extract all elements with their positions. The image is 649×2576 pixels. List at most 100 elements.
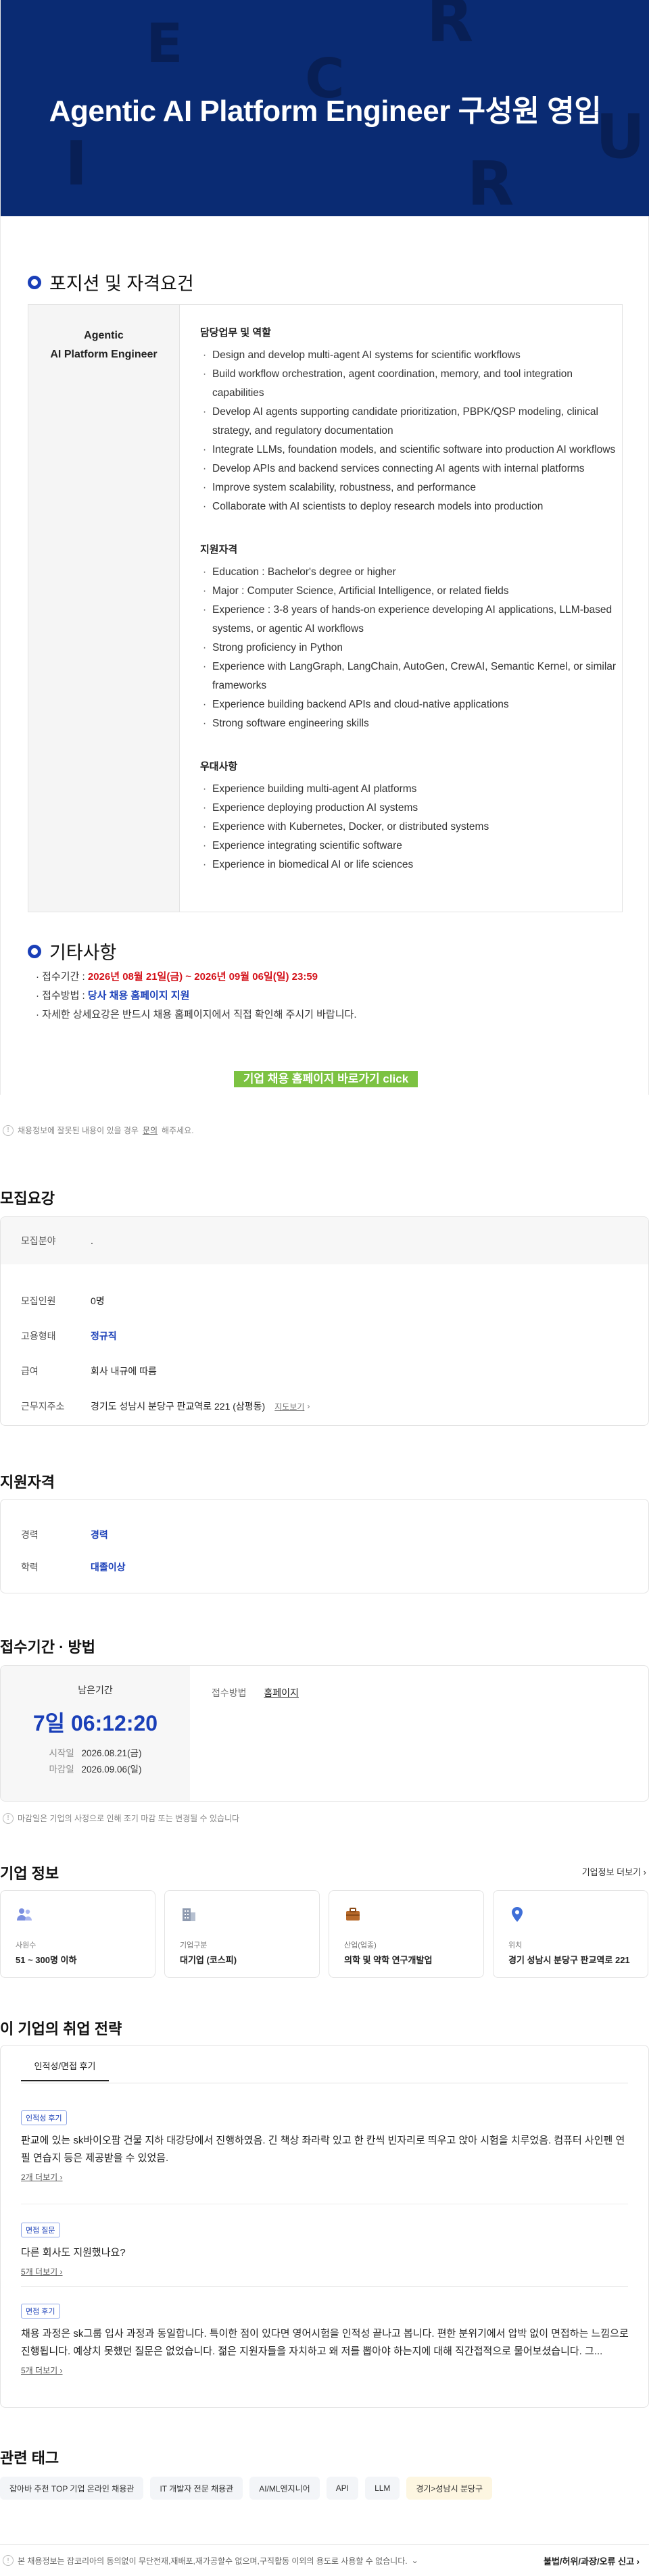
hero-ghost-letter: R xyxy=(467,149,514,216)
company-heading: 기업 정보 xyxy=(0,1865,59,1882)
hero-ghost-letter: I xyxy=(65,128,88,199)
homepage-link[interactable]: 홈페이지 xyxy=(264,1687,299,1698)
qual-item: Experience building multi-agent AI platf… xyxy=(200,780,622,799)
recruit-row: 근무지주소 경기도 성남시 분당구 판교역로 221 (삼평동) 지도보기 › xyxy=(21,1401,310,1412)
tag-item[interactable]: AI/ML엔지니어 xyxy=(249,2477,320,2500)
tag-list: 잡아바 추천 TOP 기업 온라인 채용관 IT 개발자 전문 채용관 AI/M… xyxy=(0,2477,493,2500)
recruit-row: 고용형태 정규직 xyxy=(21,1331,117,1341)
eligibility-heading: 지원자격 xyxy=(0,1474,55,1491)
qual-item: Strong software engineering skills xyxy=(200,714,622,733)
tag-item[interactable]: 경기>성남시 분당구 xyxy=(406,2477,493,2500)
review-badge: 인적성 후기 xyxy=(21,2110,67,2125)
footer: ! 본 채용정보는 잡코리아의 동의없이 무단전재,재배포,재가공할수 없으며,… xyxy=(0,2544,649,2576)
qual-group-title: 담당업무 및 역할 xyxy=(200,327,271,339)
company-card-employees: 사원수 51 ~ 300명 이하 xyxy=(0,1890,155,1978)
chevron-right-icon: › xyxy=(307,1402,310,1411)
hero-title: Agentic AI Platform Engineer 구성원 영입 xyxy=(49,95,602,128)
posting-detail: E R C I R U Agentic AI Platform Engineer… xyxy=(0,0,649,1095)
hero-ghost-letter: E xyxy=(146,12,183,75)
etc-heading: 기타사항 xyxy=(28,938,116,964)
strategy-card: 인적성/면접 후기 인적성 후기 판교에 있는 sk바이오팜 건물 지하 대강당… xyxy=(0,2045,649,2408)
more-link[interactable]: 5개 더보기 › xyxy=(21,2364,629,2376)
qual-item: Experience integrating scientific softwa… xyxy=(200,837,622,856)
qual-item: Develop AI agents supporting candidate p… xyxy=(200,403,622,441)
qual-item: Integrate LLMs, foundation models, and s… xyxy=(200,441,622,460)
qual-group-title: 우대사항 xyxy=(200,761,238,772)
tag-item[interactable]: API xyxy=(326,2477,359,2500)
countdown-timer: 7일 06:12:20 xyxy=(32,1711,158,1735)
recruit-row: 급여 회사 내규에 따름 xyxy=(21,1366,157,1377)
qual-group-title: 지원자격 xyxy=(200,544,238,555)
briefcase-icon xyxy=(346,1908,360,1921)
tag-item[interactable]: LLM xyxy=(365,2477,400,2500)
qualifications-details: 담당업무 및 역할 Design and develop multi-agent … xyxy=(180,305,622,912)
map-link[interactable]: 지도보기 xyxy=(274,1401,304,1412)
end-date: 마감일 2026.09.06(일) xyxy=(49,1764,142,1775)
qual-group: 우대사항 Experience building multi-agent AI p… xyxy=(200,759,622,874)
position-name: Agentic AI Platform Engineer xyxy=(28,305,180,912)
company-card-type: 기업구분 대기업 (코스피) xyxy=(164,1890,320,1978)
recruit-field-row: 모집분야 . xyxy=(1,1217,648,1264)
etc-period: 접수기간 : 2026년 08월 21일(금) ~ 2026년 09월 06일(… xyxy=(36,968,356,987)
recruit-row: 모집인원 0명 xyxy=(21,1295,105,1306)
qual-item: Major : Computer Science, Artificial Int… xyxy=(200,582,622,601)
qual-item: Experience with LangGraph, LangChain, Au… xyxy=(200,658,622,695)
report-notice: ! 채용정보에 잘못된 내용이 있을 경우 문의 해주세요. xyxy=(3,1124,194,1136)
chevron-down-icon[interactable]: ⌄ xyxy=(412,2556,418,2565)
location-pin-icon xyxy=(512,1907,523,1922)
tag-item[interactable]: 잡아바 추천 TOP 기업 온라인 채용관 xyxy=(0,2477,144,2500)
people-icon xyxy=(17,1908,32,1921)
strategy-heading: 이 기업의 취업 전략 xyxy=(0,2021,122,2037)
more-link[interactable]: 2개 더보기 › xyxy=(21,2171,629,2183)
info-icon: ! xyxy=(3,1124,14,1136)
tag-item[interactable]: IT 개발자 전문 채용관 xyxy=(150,2477,243,2500)
qual-item: Experience with Kubernetes, Docker, or d… xyxy=(200,818,622,837)
start-date: 시작일 2026.08.21(금) xyxy=(49,1748,142,1758)
deadline-notice: ! 마감일은 기업의 사정으로 인해 조기 마감 또는 변경될 수 있습니다 xyxy=(3,1812,239,1824)
tab-interview-review[interactable]: 인적성/면접 후기 xyxy=(21,2059,109,2081)
qual-item: Improve system scalability, robustness, … xyxy=(200,478,622,497)
company-more-link[interactable]: 기업정보 더보기 › xyxy=(582,1865,646,1878)
qual-item: Experience building backend APIs and clo… xyxy=(200,695,622,714)
qual-group: 담당업무 및 역할 Design and develop multi-agent … xyxy=(200,325,622,516)
etc-method: 접수방법 : 당사 채용 홈페이지 지원 xyxy=(36,987,356,1006)
qualifications-table: Agentic AI Platform Engineer 담당업무 및 역할 De… xyxy=(28,304,623,912)
qual-item: Experience : 3-8 years of hands-on exper… xyxy=(200,601,622,639)
review-item: 면접 질문 다른 회사도 지원했나요? 5개 더보기 › xyxy=(21,2223,629,2277)
apply-card: 남은기간 7일 06:12:20 시작일 2026.08.21(금) 마감일 202… xyxy=(0,1665,649,1802)
qual-item: Experience deploying production AI syste… xyxy=(200,799,622,818)
qual-item: Develop APIs and backend services connec… xyxy=(200,460,622,478)
qual-item: Strong proficiency in Python xyxy=(200,639,622,658)
company-card-location: 위치 경기 성남시 분당구 판교역로 221 xyxy=(493,1890,648,1978)
info-icon: ! xyxy=(3,2555,14,2566)
hero-banner: E R C I R U Agentic AI Platform Engineer… xyxy=(1,0,649,216)
report-button[interactable]: 불법/허위/과장/오류 신고 › xyxy=(544,2554,649,2567)
info-icon: ! xyxy=(3,1812,14,1824)
chevron-right-icon: › xyxy=(643,1867,646,1877)
qual-item: Design and develop multi-agent AI system… xyxy=(200,346,622,365)
qual-item: Education : Bachelor's degree or higher xyxy=(200,563,622,582)
apply-method: 접수방법 홈페이지 xyxy=(212,1687,299,1698)
company-homepage-button[interactable]: 기업 채용 홈페이지 바로가기 click xyxy=(234,1071,418,1087)
eligibility-row: 학력 대졸이상 xyxy=(21,1562,126,1572)
eligibility-card: 경력 경력 학력 대졸이상 xyxy=(0,1499,649,1593)
inquiry-link[interactable]: 문의 xyxy=(143,1124,158,1136)
etc-details: 접수기간 : 2026년 08월 21일(금) ~ 2026년 09월 06일(… xyxy=(36,968,356,1024)
building-icon xyxy=(183,1908,195,1921)
eligibility-row: 경력 경력 xyxy=(21,1529,108,1540)
qual-item: Build workflow orchestration, agent coor… xyxy=(200,365,622,403)
hero-ghost-letter: R xyxy=(427,0,474,56)
company-card-industry: 산업(업종) 의학 및 약학 연구개발업 xyxy=(329,1890,484,1978)
circle-bullet-icon xyxy=(28,275,41,289)
review-item: 인적성 후기 판교에 있는 sk바이오팜 건물 지하 대강당에서 진행하였음. … xyxy=(21,2110,629,2183)
qual-group: 지원자격 Education : Bachelor's degree or hig… xyxy=(200,542,622,733)
circle-bullet-icon xyxy=(28,944,41,958)
more-link[interactable]: 5개 더보기 › xyxy=(21,2266,629,2277)
recruit-heading: 모집요강 xyxy=(0,1190,55,1207)
tags-heading: 관련 태그 xyxy=(0,2450,59,2467)
qualifications-heading: 포지션 및 자격요건 xyxy=(28,269,194,295)
review-item: 면접 후기 채용 과정은 sk그룹 입사 과정과 동일합니다. 특이한 점이 있… xyxy=(21,2304,629,2376)
apply-heading: 접수기간 · 방법 xyxy=(0,1639,95,1656)
qual-item: Experience in biomedical AI or life scie… xyxy=(200,856,622,874)
review-badge: 면접 질문 xyxy=(21,2223,60,2237)
